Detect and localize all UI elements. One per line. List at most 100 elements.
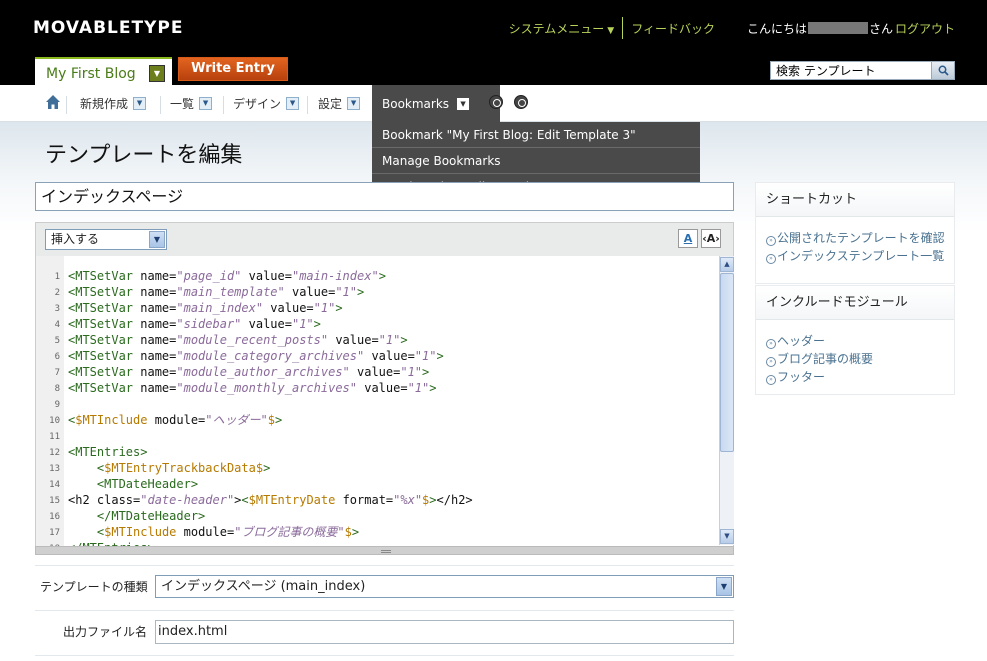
line-number: 14 bbox=[49, 480, 60, 490]
line-number: 5 bbox=[54, 336, 60, 346]
code-line: <MTSetVar name="module_author_archives" … bbox=[68, 365, 430, 379]
line-number: 4 bbox=[54, 320, 60, 330]
arrow-circle-icon: » bbox=[766, 254, 776, 264]
template-type-select[interactable]: インデックスページ (main_index) ▼ bbox=[155, 575, 734, 598]
chevron-down-icon: ▼ bbox=[149, 231, 165, 248]
write-entry-button[interactable]: Write Entry bbox=[178, 57, 288, 81]
arrow-circle-icon: » bbox=[766, 339, 776, 349]
search-icon[interactable] bbox=[931, 62, 954, 79]
blog-selector[interactable]: My First Blog ▼ bbox=[35, 57, 172, 85]
blog-dropdown-icon[interactable]: ▼ bbox=[149, 65, 165, 82]
scroll-thumb[interactable] bbox=[720, 273, 734, 452]
syntax-highlight-icon[interactable]: ‹A› bbox=[701, 229, 721, 248]
nav-item-label: 新規作成 bbox=[80, 97, 129, 111]
code-line: <$MTEntryTrackbackData$> bbox=[96, 461, 271, 475]
page-title: テンプレートを編集 bbox=[45, 143, 243, 168]
divider bbox=[35, 655, 734, 656]
bookmarks-menu-item[interactable]: Manage Bookmarks bbox=[372, 148, 700, 174]
code-line: <MTSetVar name="page_id" value="main-ind… bbox=[68, 269, 386, 283]
line-number: 17 bbox=[49, 528, 60, 538]
chevron-down-icon: ▼ bbox=[347, 97, 361, 110]
blog-name: My First Blog bbox=[46, 66, 136, 82]
code-line: <h2 class="date-header"><$MTEntryDate fo… bbox=[68, 493, 473, 507]
divider bbox=[35, 610, 734, 611]
arrow-circle-icon: » bbox=[766, 357, 776, 367]
shortcut-link[interactable]: » インデックステンプレート一覧 bbox=[766, 247, 944, 264]
code-line: <MTSetVar name="main_template" value="1"… bbox=[68, 285, 365, 299]
nav-divider bbox=[160, 96, 161, 114]
line-number: 2 bbox=[54, 288, 60, 298]
include-module-label: ブログ記事の概要 bbox=[777, 352, 874, 366]
nav-divider bbox=[223, 96, 224, 114]
logout-link[interactable]: ログアウト bbox=[895, 20, 955, 37]
nav-item-bookmarks[interactable]: Bookmarks ▼ bbox=[372, 85, 500, 123]
arrow-circle-icon: » bbox=[766, 236, 776, 246]
chevron-down-icon: ▼ bbox=[716, 577, 732, 596]
include-module-label: フッター bbox=[777, 370, 826, 384]
shortcut-link-label: インデックステンプレート一覧 bbox=[777, 249, 945, 263]
line-number: 8 bbox=[54, 384, 60, 394]
line-number: 1 bbox=[54, 272, 60, 282]
divider bbox=[35, 565, 734, 566]
refresh-icon[interactable] bbox=[489, 95, 503, 109]
nav-divider bbox=[66, 96, 67, 114]
template-type-value: インデックスページ (main_index) bbox=[161, 579, 366, 594]
output-file-label: 出力ファイル名 bbox=[63, 625, 148, 639]
greeting-suffix: さん bbox=[868, 21, 893, 36]
insert-select-value: 挿入する bbox=[51, 232, 100, 246]
top-links: システムメニュー ▼ フィードバック こんにちは さん ログアウト bbox=[509, 17, 955, 39]
nav-item-new[interactable]: 新規作成 ▼ bbox=[80, 85, 147, 122]
shortcut-link[interactable]: » 公開されたテンプレートを確認 bbox=[766, 229, 945, 246]
feedback-link[interactable]: フィードバック bbox=[631, 20, 715, 37]
nav-item-label: デザイン bbox=[233, 97, 282, 111]
shortcuts-title: ショートカット bbox=[756, 183, 954, 217]
nav-item-list[interactable]: 一覧 ▼ bbox=[170, 85, 213, 122]
output-file-field[interactable]: index.html bbox=[155, 620, 734, 644]
code-editor[interactable]: 1 <MTSetVar name="page_id" value="main-in… bbox=[35, 256, 734, 546]
shortcuts-panel: ショートカット » 公開されたテンプレートを確認 » インデックステンプレート一覧 bbox=[755, 182, 955, 284]
editor-resize-handle[interactable] bbox=[35, 546, 734, 555]
chevron-down-icon: ▼ bbox=[607, 25, 615, 36]
template-name-field[interactable]: インデックスページ bbox=[35, 182, 734, 211]
nav-divider bbox=[307, 96, 308, 114]
insert-select[interactable]: 挿入する ▼ bbox=[45, 229, 167, 250]
line-number: 10 bbox=[49, 416, 60, 426]
chevron-down-icon: ▼ bbox=[457, 98, 470, 110]
code-line: <$MTInclude module="ヘッダー"$> bbox=[68, 413, 283, 427]
include-module-link[interactable]: » ヘッダー bbox=[766, 332, 825, 349]
include-module-link[interactable]: » ブログ記事の概要 bbox=[766, 350, 873, 367]
code-line: <MTSetVar name="module_monthly_archives"… bbox=[68, 381, 437, 395]
editor-toolbar: 挿入する ▼ A ‹A› bbox=[35, 222, 734, 256]
include-module-link[interactable]: » フッター bbox=[766, 368, 825, 385]
nav-item-label: 一覧 bbox=[170, 97, 195, 111]
bookmarks-label: Bookmarks bbox=[382, 97, 450, 111]
editor-scrollbar[interactable]: ▲ ▼ bbox=[719, 256, 734, 545]
shortcut-link-label: 公開されたテンプレートを確認 bbox=[777, 231, 945, 245]
nav-item-settings[interactable]: 設定 ▼ bbox=[318, 85, 361, 122]
home-icon[interactable] bbox=[45, 94, 61, 110]
movable-type-logo[interactable]: MOVABLETYPE bbox=[33, 18, 183, 38]
line-number: 11 bbox=[49, 432, 60, 442]
include-modules-title: インクルードモジュール bbox=[756, 286, 954, 320]
line-number: 15 bbox=[49, 496, 60, 506]
font-style-icon[interactable]: A bbox=[678, 229, 698, 248]
code-line: <MTSetVar name="module_recent_posts" val… bbox=[68, 333, 408, 347]
line-number: 9 bbox=[54, 400, 60, 410]
divider bbox=[622, 17, 624, 39]
scroll-down-icon[interactable]: ▼ bbox=[720, 529, 734, 544]
system-menu-link[interactable]: システムメニュー ▼ bbox=[509, 20, 615, 37]
nav-item-label: 設定 bbox=[318, 97, 343, 111]
bookmarks-menu-item[interactable]: Bookmark "My First Blog: Edit Template 3… bbox=[372, 122, 700, 148]
code-line: <MTSetVar name="sidebar" value="1"> bbox=[68, 317, 321, 331]
search-input[interactable] bbox=[771, 62, 931, 79]
code-line: <MTEntries> bbox=[68, 445, 148, 459]
arrow-circle-icon: » bbox=[766, 375, 776, 385]
view-icon[interactable] bbox=[514, 95, 528, 109]
line-number: 16 bbox=[49, 512, 60, 522]
include-module-label: ヘッダー bbox=[777, 334, 826, 348]
chevron-down-icon: ▼ bbox=[286, 97, 300, 110]
chevron-down-icon: ▼ bbox=[133, 97, 147, 110]
chevron-down-icon: ▼ bbox=[199, 97, 213, 110]
scroll-up-icon[interactable]: ▲ bbox=[720, 257, 734, 272]
nav-item-design[interactable]: デザイン ▼ bbox=[233, 85, 300, 122]
